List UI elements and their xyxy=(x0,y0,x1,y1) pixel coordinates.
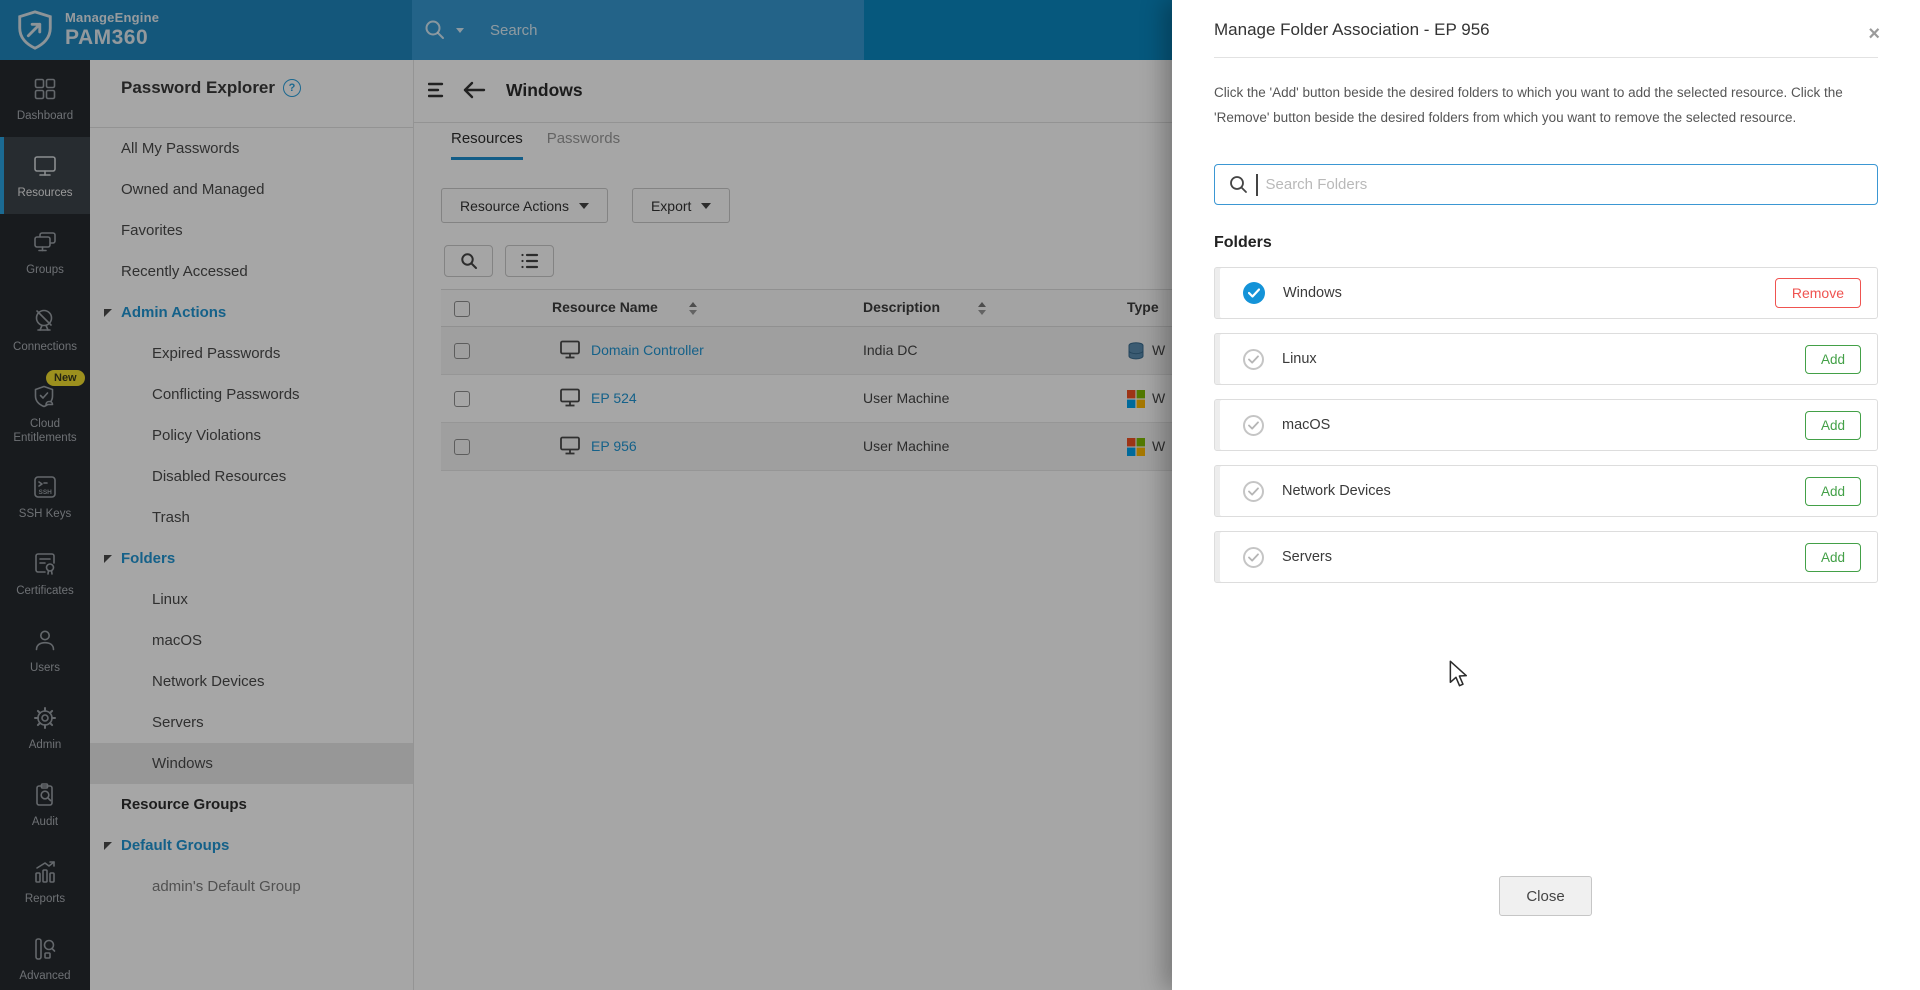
folder-search-input[interactable]: Search Folders xyxy=(1214,164,1878,205)
folder-row-windows: Windows Remove xyxy=(1214,267,1878,319)
manage-folder-association-modal: Manage Folder Association - EP 956 × Cli… xyxy=(1172,0,1920,990)
unchecked-circle-icon xyxy=(1243,481,1264,502)
checked-circle-icon xyxy=(1243,282,1265,304)
modal-backdrop[interactable] xyxy=(0,0,1172,990)
folder-list: Windows Remove Linux Add macOS Add Netwo… xyxy=(1214,267,1878,583)
close-button[interactable]: Close xyxy=(1499,876,1592,916)
unchecked-circle-icon xyxy=(1243,349,1264,370)
modal-title: Manage Folder Association - EP 956 xyxy=(1214,20,1878,40)
folder-name: macOS xyxy=(1282,417,1330,433)
folder-row-linux: Linux Add xyxy=(1214,333,1878,385)
folder-search-placeholder: Search Folders xyxy=(1266,176,1368,193)
close-icon[interactable]: × xyxy=(1868,24,1880,44)
add-button[interactable]: Add xyxy=(1805,477,1861,506)
folder-name: Windows xyxy=(1283,285,1342,301)
unchecked-circle-icon xyxy=(1243,547,1264,568)
add-button[interactable]: Add xyxy=(1805,411,1861,440)
remove-button[interactable]: Remove xyxy=(1775,278,1861,308)
folder-name: Servers xyxy=(1282,549,1332,565)
folder-name: Network Devices xyxy=(1282,483,1391,499)
add-button[interactable]: Add xyxy=(1805,345,1861,374)
modal-divider xyxy=(1214,57,1878,58)
folder-row-servers: Servers Add xyxy=(1214,531,1878,583)
folder-row-network-devices: Network Devices Add xyxy=(1214,465,1878,517)
text-cursor xyxy=(1256,174,1258,196)
add-button[interactable]: Add xyxy=(1805,543,1861,572)
folders-section-title: Folders xyxy=(1214,234,1878,252)
search-icon xyxy=(1229,175,1248,194)
modal-description: Click the 'Add' button beside the desire… xyxy=(1214,80,1876,130)
unchecked-circle-icon xyxy=(1243,415,1264,436)
folder-name: Linux xyxy=(1282,351,1317,367)
folder-row-macos: macOS Add xyxy=(1214,399,1878,451)
mouse-cursor xyxy=(1448,660,1468,688)
